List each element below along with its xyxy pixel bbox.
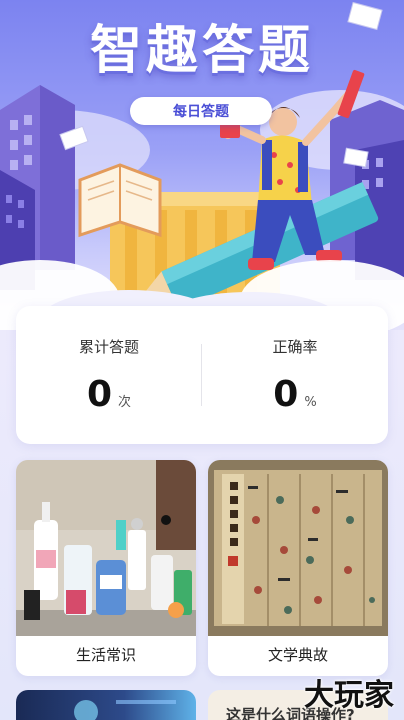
stat-accuracy: 正确率 0 %	[202, 306, 388, 444]
stat-total-unit: 次	[118, 395, 132, 410]
category-card-life-knowledge[interactable]: 生活常识	[16, 460, 196, 676]
stat-accuracy-unit: %	[304, 395, 317, 410]
daily-quiz-button[interactable]: 每日答题	[130, 97, 272, 125]
hero-banner: 智趣答题 每日答题	[0, 0, 404, 330]
ancient-scroll-painting	[208, 460, 388, 636]
stat-accuracy-label: 正确率	[272, 338, 318, 356]
page-title: 智趣答题	[89, 21, 314, 81]
watermark-logo: 大玩家	[304, 678, 394, 713]
stat-total-answers: 累计答题 0 次	[16, 306, 202, 444]
category-card-literary-allusions[interactable]: 文学典故	[208, 460, 388, 676]
category-label-literary-allusions: 文学典故	[267, 646, 328, 664]
stat-total-label: 累计答题	[78, 338, 139, 356]
stat-accuracy-value: 0	[273, 374, 299, 415]
tech-dark-banner[interactable]	[16, 690, 196, 720]
stats-card: 累计答题 0 次 正确率 0 %	[16, 306, 388, 444]
stat-total-value: 0	[86, 374, 113, 415]
toiletries-photo	[16, 460, 196, 636]
category-label-life-knowledge: 生活常识	[75, 646, 136, 664]
